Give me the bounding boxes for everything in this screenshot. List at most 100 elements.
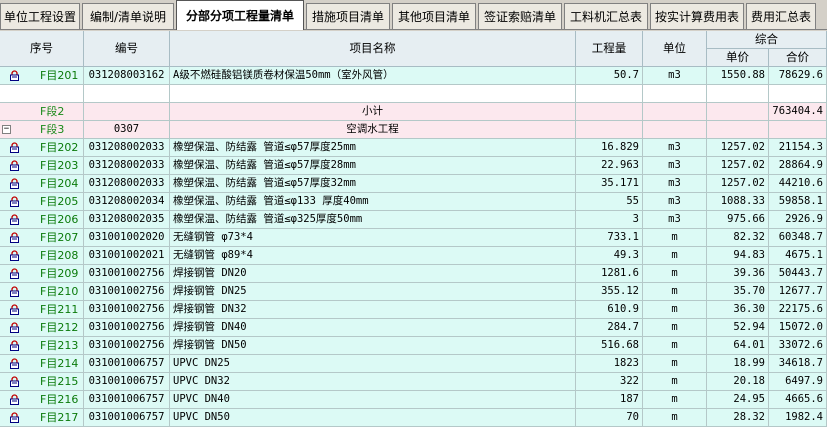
tab-3[interactable]: 措施项目清单 xyxy=(306,3,390,29)
cell-code[interactable] xyxy=(84,103,170,121)
cell-name[interactable]: A级不燃硅酸铝镁质卷材保温50mm（室外风管） xyxy=(170,67,576,85)
cell-seq[interactable]: F目212 xyxy=(0,319,84,337)
cell-name[interactable]: UPVC DN40 xyxy=(170,391,576,409)
table-row[interactable]: − F段3 0307 空调水工程 xyxy=(0,121,827,139)
header-name[interactable]: 项目名称 xyxy=(170,31,576,67)
tab-0[interactable]: 单位工程设置 xyxy=(0,3,80,29)
cell-name[interactable]: 无缝钢管 φ73*4 xyxy=(170,229,576,247)
table-row[interactable]: F目212 031001002756 焊接钢管 DN40 284.7 m 52.94 150… xyxy=(0,319,827,337)
cell-qty[interactable]: 70 xyxy=(576,409,643,427)
cell-total[interactable]: 763404.4 xyxy=(769,103,827,121)
cell-name[interactable]: 空调水工程 xyxy=(170,121,576,139)
cell-qty[interactable]: 355.12 xyxy=(576,283,643,301)
cell-seq[interactable]: F目217 xyxy=(0,409,84,427)
table-row[interactable]: F目217 031001006757 UPVC DN50 70 m 28.32 1982.4 xyxy=(0,409,827,427)
cell-unit[interactable]: m xyxy=(643,319,707,337)
cell-code[interactable]: 031208002035 xyxy=(84,211,170,229)
cell-price[interactable] xyxy=(707,85,769,103)
cell-seq[interactable]: F目206 xyxy=(0,211,84,229)
cell-name[interactable]: 橡塑保温、防结露 管道≤φ325厚度50mm xyxy=(170,211,576,229)
header-qty[interactable]: 工程量 xyxy=(576,31,643,67)
tab-8[interactable]: 费用汇总表 xyxy=(746,3,816,29)
cell-unit[interactable]: m3 xyxy=(643,211,707,229)
cell-total[interactable]: 60348.7 xyxy=(769,229,827,247)
cell-total[interactable]: 1982.4 xyxy=(769,409,827,427)
cell-unit[interactable]: m xyxy=(643,229,707,247)
cell-unit[interactable]: m xyxy=(643,283,707,301)
cell-name[interactable]: 焊接钢管 DN20 xyxy=(170,265,576,283)
cell-code[interactable]: 031001002756 xyxy=(84,337,170,355)
cell-total[interactable]: 78629.6 xyxy=(769,67,827,85)
cell-unit[interactable]: m xyxy=(643,373,707,391)
header-price[interactable]: 单价 xyxy=(707,49,769,67)
cell-price[interactable] xyxy=(707,103,769,121)
cell-code[interactable]: 031208002033 xyxy=(84,157,170,175)
cell-qty[interactable]: 35.171 xyxy=(576,175,643,193)
cell-price[interactable]: 35.70 xyxy=(707,283,769,301)
cell-qty[interactable]: 3 xyxy=(576,211,643,229)
cell-seq[interactable]: F段2 xyxy=(0,103,84,121)
cell-qty[interactable]: 49.3 xyxy=(576,247,643,265)
cell-price[interactable]: 82.32 xyxy=(707,229,769,247)
cell-qty[interactable]: 1281.6 xyxy=(576,265,643,283)
cell-unit[interactable]: m xyxy=(643,409,707,427)
tab-5[interactable]: 签证索赔清单 xyxy=(478,3,562,29)
cell-name[interactable]: 橡塑保温、防结露 管道≤φ57厚度28mm xyxy=(170,157,576,175)
cell-price[interactable]: 28.32 xyxy=(707,409,769,427)
cell-seq[interactable]: F目215 xyxy=(0,373,84,391)
cell-code[interactable]: 0307 xyxy=(84,121,170,139)
cell-code[interactable]: 031208002033 xyxy=(84,139,170,157)
cell-qty[interactable]: 1823 xyxy=(576,355,643,373)
cell-qty[interactable]: 733.1 xyxy=(576,229,643,247)
cell-unit[interactable]: m3 xyxy=(643,67,707,85)
cell-seq[interactable]: F目214 xyxy=(0,355,84,373)
cell-qty[interactable] xyxy=(576,85,643,103)
cell-seq[interactable]: F目205 xyxy=(0,193,84,211)
cell-total[interactable]: 34618.7 xyxy=(769,355,827,373)
cell-seq[interactable]: F目207 xyxy=(0,229,84,247)
tab-7[interactable]: 按实计算费用表 xyxy=(650,3,744,29)
cell-code[interactable]: 031208002033 xyxy=(84,175,170,193)
table-row[interactable]: F目204 031208002033 橡塑保温、防结露 管道≤φ57厚度32mm 35… xyxy=(0,175,827,193)
tab-1[interactable]: 编制/清单说明 xyxy=(82,3,174,29)
table-row[interactable] xyxy=(0,85,827,103)
cell-total[interactable]: 44210.6 xyxy=(769,175,827,193)
cell-code[interactable]: 031001006757 xyxy=(84,409,170,427)
cell-seq[interactable]: F目208 xyxy=(0,247,84,265)
cell-name[interactable]: 橡塑保温、防结露 管道≤φ57厚度32mm xyxy=(170,175,576,193)
cell-name[interactable]: 焊接钢管 DN25 xyxy=(170,283,576,301)
table-row[interactable]: F目206 031208002035 橡塑保温、防结露 管道≤φ325厚度50mm 3… xyxy=(0,211,827,229)
table-row[interactable]: F目210 031001002756 焊接钢管 DN25 355.12 m 35.70 12… xyxy=(0,283,827,301)
cell-code[interactable]: 031001002756 xyxy=(84,301,170,319)
cell-price[interactable]: 975.66 xyxy=(707,211,769,229)
table-row[interactable]: F目205 031208002034 橡塑保温、防结露 管道≤φ133 厚度40mm… xyxy=(0,193,827,211)
cell-qty[interactable]: 55 xyxy=(576,193,643,211)
header-seq[interactable]: 序号 xyxy=(0,31,84,67)
table-row[interactable]: F目209 031001002756 焊接钢管 DN20 1281.6 m 39.36 50… xyxy=(0,265,827,283)
cell-name[interactable]: 焊接钢管 DN40 xyxy=(170,319,576,337)
cell-total[interactable] xyxy=(769,85,827,103)
cell-price[interactable]: 1088.33 xyxy=(707,193,769,211)
cell-code[interactable]: 031001006757 xyxy=(84,391,170,409)
cell-price[interactable]: 94.83 xyxy=(707,247,769,265)
table-row[interactable]: F目214 031001006757 UPVC DN25 1823 m 18.99 3461… xyxy=(0,355,827,373)
cell-unit[interactable] xyxy=(643,103,707,121)
cell-seq[interactable]: F目201 xyxy=(0,67,84,85)
cell-code[interactable]: 031001002756 xyxy=(84,319,170,337)
table-row[interactable]: F目213 031001002756 焊接钢管 DN50 516.68 m 64.01 33… xyxy=(0,337,827,355)
cell-qty[interactable]: 187 xyxy=(576,391,643,409)
cell-total[interactable]: 22175.6 xyxy=(769,301,827,319)
cell-code[interactable]: 031001002021 xyxy=(84,247,170,265)
cell-code[interactable]: 031001002020 xyxy=(84,229,170,247)
cell-unit[interactable]: m3 xyxy=(643,139,707,157)
cell-name[interactable] xyxy=(170,85,576,103)
cell-seq[interactable]: − F段3 xyxy=(0,121,84,139)
table-row[interactable]: F目202 031208002033 橡塑保温、防结露 管道≤φ57厚度25mm 16… xyxy=(0,139,827,157)
cell-code[interactable]: 031001002756 xyxy=(84,283,170,301)
cell-code[interactable]: 031001006757 xyxy=(84,355,170,373)
cell-total[interactable]: 12677.7 xyxy=(769,283,827,301)
tab-6[interactable]: 工料机汇总表 xyxy=(564,3,648,29)
cell-seq[interactable] xyxy=(0,85,84,103)
cell-seq[interactable]: F目210 xyxy=(0,283,84,301)
cell-unit[interactable]: m xyxy=(643,355,707,373)
